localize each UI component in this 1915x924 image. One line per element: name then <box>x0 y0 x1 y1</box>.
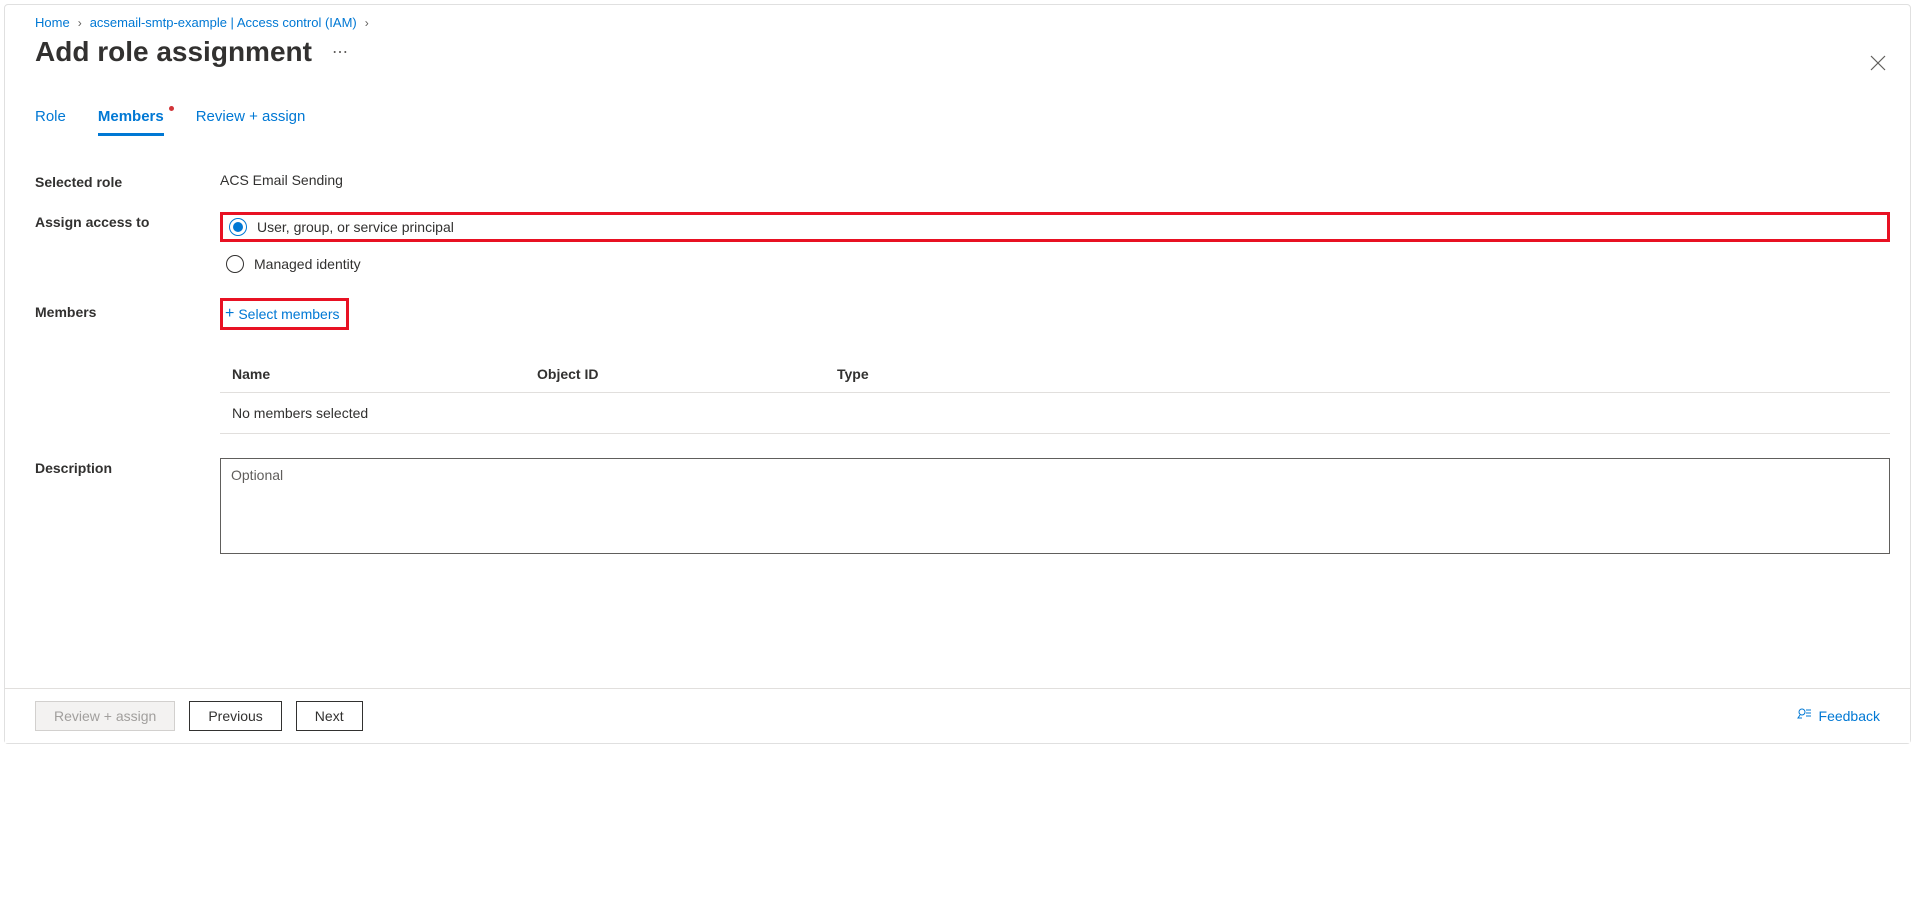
footer-bar: Review + assign Previous Next Feedback <box>5 688 1910 743</box>
next-button[interactable]: Next <box>296 701 363 731</box>
previous-button[interactable]: Previous <box>189 701 281 731</box>
feedback-icon <box>1797 707 1813 726</box>
table-header-type: Type <box>837 366 1878 382</box>
highlight-user-group-option: User, group, or service principal <box>220 212 1890 242</box>
assign-access-radio-group: User, group, or service principal Manage… <box>220 212 1890 276</box>
members-table-headers: Name Object ID Type <box>220 366 1890 393</box>
selected-role-value: ACS Email Sending <box>220 172 1890 188</box>
select-members-button[interactable]: + Select members <box>223 301 346 327</box>
tabs: Role Members Review + assign <box>35 108 1890 136</box>
tab-review-assign[interactable]: Review + assign <box>196 108 306 136</box>
members-table-empty-row: No members selected <box>220 393 1890 434</box>
tab-members[interactable]: Members <box>98 108 164 136</box>
feedback-link[interactable]: Feedback <box>1797 707 1880 726</box>
feedback-label: Feedback <box>1819 708 1880 724</box>
radio-label-user: User, group, or service principal <box>257 219 454 235</box>
radio-managed-identity[interactable]: Managed identity <box>220 252 1890 276</box>
review-assign-button[interactable]: Review + assign <box>35 701 175 731</box>
chevron-right-icon: › <box>365 16 369 30</box>
description-textarea[interactable] <box>220 458 1890 554</box>
highlight-select-members: + Select members <box>220 298 349 330</box>
radio-label-managed: Managed identity <box>254 256 361 272</box>
breadcrumb-home[interactable]: Home <box>35 15 70 30</box>
selected-role-label: Selected role <box>35 172 220 190</box>
select-members-label: Select members <box>238 306 339 322</box>
table-header-objectid: Object ID <box>537 366 837 382</box>
plus-icon: + <box>225 305 234 323</box>
radio-icon-selected <box>229 218 247 236</box>
close-button[interactable] <box>1870 55 1886 76</box>
tab-role[interactable]: Role <box>35 108 66 136</box>
radio-icon <box>226 255 244 273</box>
page-title: Add role assignment <box>35 36 312 68</box>
radio-user-group-service-principal[interactable]: User, group, or service principal <box>223 215 1887 239</box>
table-header-name: Name <box>232 366 537 382</box>
members-label: Members <box>35 298 220 320</box>
more-menu-icon[interactable]: ⋯ <box>332 42 348 62</box>
assign-access-to-label: Assign access to <box>35 212 220 230</box>
breadcrumb-resource[interactable]: acsemail-smtp-example | Access control (… <box>90 15 357 30</box>
description-label: Description <box>35 458 220 554</box>
chevron-right-icon: › <box>78 16 82 30</box>
close-icon <box>1870 55 1886 71</box>
breadcrumb: Home › acsemail-smtp-example | Access co… <box>35 15 1890 30</box>
